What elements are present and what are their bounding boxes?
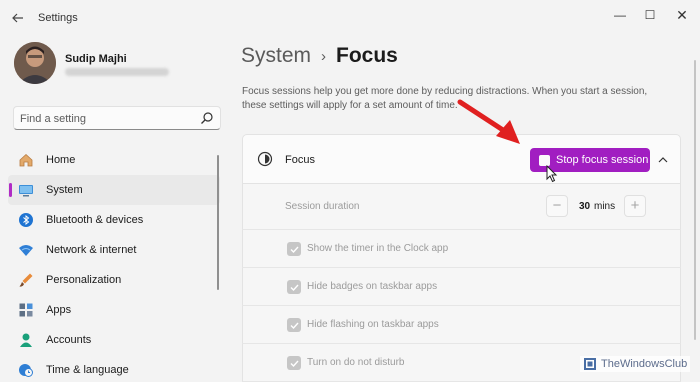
sidebar-nav: Home System Bluetooth & devices Network … — [8, 145, 220, 382]
windows-club-logo-icon — [584, 358, 596, 370]
accounts-icon — [18, 332, 34, 348]
sidebar-item-label: Network & internet — [46, 244, 137, 256]
sidebar-item-accounts[interactable]: Accounts — [8, 325, 220, 355]
increase-duration-button[interactable]: + — [624, 195, 646, 217]
home-icon — [18, 152, 34, 168]
option-row-show-timer: Show the timer in the Clock app — [242, 230, 681, 268]
page-title: Focus — [336, 44, 398, 67]
search-input[interactable] — [20, 111, 190, 126]
user-name: Sudip Majhi — [65, 53, 127, 65]
focus-label: Focus — [285, 154, 315, 166]
option-label: Hide flashing on taskbar apps — [307, 319, 439, 330]
checkbox-show-timer[interactable] — [287, 242, 301, 256]
option-label: Hide badges on taskbar apps — [307, 281, 438, 292]
main-scrollbar[interactable] — [694, 60, 696, 340]
stop-focus-session-label: Stop focus session — [556, 154, 649, 166]
checkmark-icon — [290, 246, 299, 253]
checkmark-icon — [290, 284, 299, 291]
breadcrumb-separator: › — [321, 47, 327, 65]
option-row-hide-flashing: Hide flashing on taskbar apps — [242, 306, 681, 344]
search-box[interactable] — [13, 106, 221, 130]
sidebar-item-label: Bluetooth & devices — [46, 214, 144, 226]
option-row-hide-badges: Hide badges on taskbar apps — [242, 268, 681, 306]
collapse-button[interactable] — [653, 150, 673, 170]
back-arrow-icon — [12, 13, 23, 23]
sidebar-scrollbar[interactable] — [217, 155, 219, 290]
focus-icon — [257, 151, 273, 167]
avatar[interactable] — [14, 42, 56, 84]
checkmark-icon — [290, 322, 299, 329]
back-button[interactable] — [8, 8, 28, 28]
breadcrumb: System › Focus — [241, 44, 398, 68]
sidebar-item-bluetooth[interactable]: Bluetooth & devices — [8, 205, 220, 235]
duration-unit: mins — [594, 201, 616, 212]
sidebar-item-label: Accounts — [46, 334, 92, 346]
sidebar-item-label: Time & language — [46, 364, 129, 376]
clock-globe-icon — [18, 362, 34, 378]
chevron-up-icon — [658, 157, 668, 163]
sidebar-item-apps[interactable]: Apps — [8, 295, 220, 325]
sidebar-item-time-language[interactable]: Time & language — [8, 355, 220, 382]
checkbox-hide-badges[interactable] — [287, 280, 301, 294]
checkbox-do-not-disturb[interactable] — [287, 356, 301, 370]
sidebar-item-label: System — [46, 184, 83, 196]
option-label: Show the timer in the Clock app — [307, 243, 449, 254]
close-button[interactable]: ✕ — [662, 4, 700, 26]
session-duration-label: Session duration — [285, 201, 360, 212]
sidebar-item-network[interactable]: Network & internet — [8, 235, 220, 265]
wifi-icon — [18, 242, 34, 258]
sidebar-item-personalization[interactable]: Personalization — [8, 265, 220, 295]
apps-icon — [18, 302, 34, 318]
search-icon[interactable] — [200, 111, 214, 125]
annotation-arrow-icon — [457, 99, 520, 144]
checkbox-hide-flashing[interactable] — [287, 318, 301, 332]
sidebar-item-label: Apps — [46, 304, 72, 316]
user-email-redacted — [65, 68, 169, 76]
stop-square-icon — [539, 154, 550, 166]
sidebar-item-home[interactable]: Home — [8, 145, 220, 175]
session-duration-row: Session duration − 30 mins + — [242, 184, 681, 230]
window-title: Settings — [38, 12, 78, 24]
bluetooth-icon — [18, 212, 34, 228]
breadcrumb-parent[interactable]: System — [241, 44, 311, 68]
sidebar-item-label: Home — [46, 154, 76, 166]
title-bar: Settings — ☐ ✕ — [0, 0, 700, 34]
sidebar-item-system[interactable]: System — [8, 175, 220, 205]
brush-icon — [18, 272, 34, 288]
checkmark-icon — [290, 360, 299, 367]
sidebar-item-label: Personalization — [46, 274, 122, 286]
option-label: Turn on do not disturb — [307, 357, 405, 368]
duration-value: 30 — [579, 201, 591, 212]
watermark: TheWindowsClub — [580, 356, 691, 372]
page-description: Focus sessions help you get more done by… — [242, 86, 648, 111]
mouse-cursor-icon — [546, 165, 558, 183]
system-icon — [18, 182, 34, 198]
watermark-text: TheWindowsClub — [601, 358, 688, 370]
decrease-duration-button[interactable]: − — [546, 195, 568, 217]
